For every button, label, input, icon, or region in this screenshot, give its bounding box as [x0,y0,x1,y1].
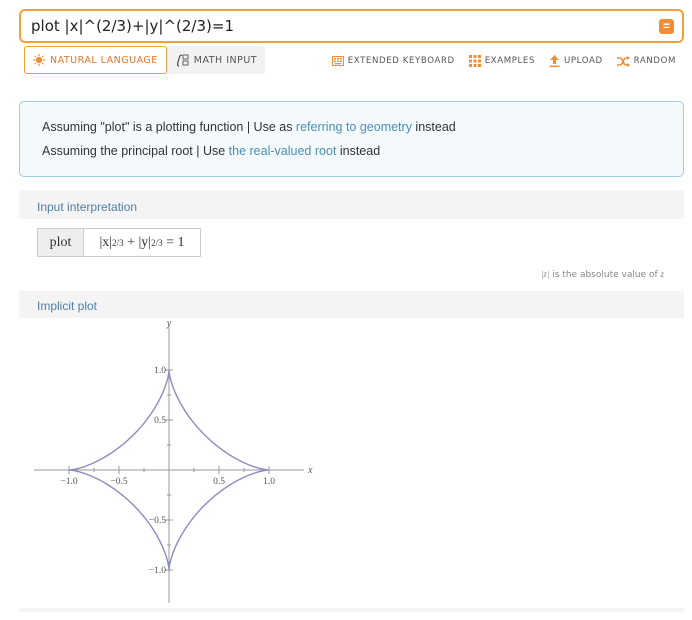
upload-button[interactable]: UPLOAD [549,55,603,67]
input-interpretation-pod: plot |x| 2/3 + |y| 2/3 = 1 |z| is the abso… [19,219,684,291]
y-tick-label: 1.0 [154,366,166,376]
random-label: RANDOM [633,56,676,66]
x-tick-label: 1.0 [263,477,275,487]
tab-natural-language-label: NATURAL LANGUAGE [50,54,158,66]
search-input[interactable]: plot |x|^(2/3)+|y|^(2/3)=1 = [19,9,684,43]
random-button[interactable]: RANDOM [616,55,676,67]
tab-natural-language[interactable]: NATURAL LANGUAGE [24,46,167,74]
equation-term-y: + |y| [123,234,152,250]
footnote-text: is the absolute value of [549,270,661,280]
interpretation-table: plot |x| 2/3 + |y| 2/3 = 1 [37,228,201,257]
assumption-1-text: Assuming "plot" is a plotting function |… [42,120,296,134]
real-valued-root-link[interactable]: the real-valued root [229,144,337,158]
tab-math-input[interactable]: MATH INPUT [167,46,265,74]
input-interpretation-title: Input interpretation [37,200,138,214]
toolbar: EXTENDED KEYBOARD EXAMPLES UPLOAD RANDOM [331,55,676,67]
footnote-z: z [660,269,664,279]
integral-icon [175,54,189,67]
shuffle-icon [616,55,630,67]
x-tick-label: 0.5 [213,477,225,487]
upload-label: UPLOAD [564,56,603,66]
search-query-text[interactable]: plot |x|^(2/3)+|y|^(2/3)=1 [31,17,234,35]
x-tick-label: −0.5 [110,477,127,487]
results-area: Input interpretation plot |x| 2/3 + |y| 2/… [19,190,684,612]
x-axis-label: x [307,465,313,476]
y-tick-label: −1.0 [149,566,166,576]
y-tick-label: 0.5 [154,416,166,426]
implicit-plot-chart: −1.0 −0.5 0.5 1.0 1.0 0.5 −0.5 −1.0 x y [34,318,313,603]
y-axis-label: y [166,318,172,329]
input-mode-tabs: NATURAL LANGUAGE MATH INPUT [24,46,266,74]
keyboard-icon [331,56,344,66]
implicit-plot-title: Implicit plot [37,299,98,313]
assumption-2-text: Assuming the principal root | Use [42,144,229,158]
implicit-plot-pod: −1.0 −0.5 0.5 1.0 1.0 0.5 −0.5 −1.0 x y [19,318,684,608]
submit-button[interactable]: = [659,19,674,34]
examples-label: EXAMPLES [484,56,535,66]
assumptions-panel: Assuming "plot" is a plotting function |… [19,101,684,177]
grid-dots-icon [468,55,481,67]
assumption-2-suffix: instead [336,144,381,158]
equation-term-x: |x| [99,234,113,250]
examples-button[interactable]: EXAMPLES [468,55,535,67]
referring-to-geometry-link[interactable]: referring to geometry [296,120,412,134]
interpretation-function: plot [38,229,84,256]
absolute-value-footnote: |z| is the absolute value of z [541,269,664,280]
y-tick-label: −0.5 [149,516,166,526]
assumption-1-suffix: instead [411,120,456,134]
extended-keyboard-label: EXTENDED KEYBOARD [347,56,455,66]
x-tick-label: −1.0 [60,477,77,487]
tab-math-input-label: MATH INPUT [193,54,258,66]
assumption-line-2: Assuming the principal root | Use the re… [42,144,380,158]
upload-icon [549,55,560,67]
equation-exponent-2: 2/3 [151,237,163,248]
equation-rhs: = 1 [162,234,185,250]
interpretation-equation: |x| 2/3 + |y| 2/3 = 1 [84,229,200,256]
extended-keyboard-button[interactable]: EXTENDED KEYBOARD [331,55,455,67]
sun-icon [33,54,45,66]
assumption-line-1: Assuming "plot" is a plotting function |… [42,120,456,134]
equation-exponent-1: 2/3 [112,237,124,248]
